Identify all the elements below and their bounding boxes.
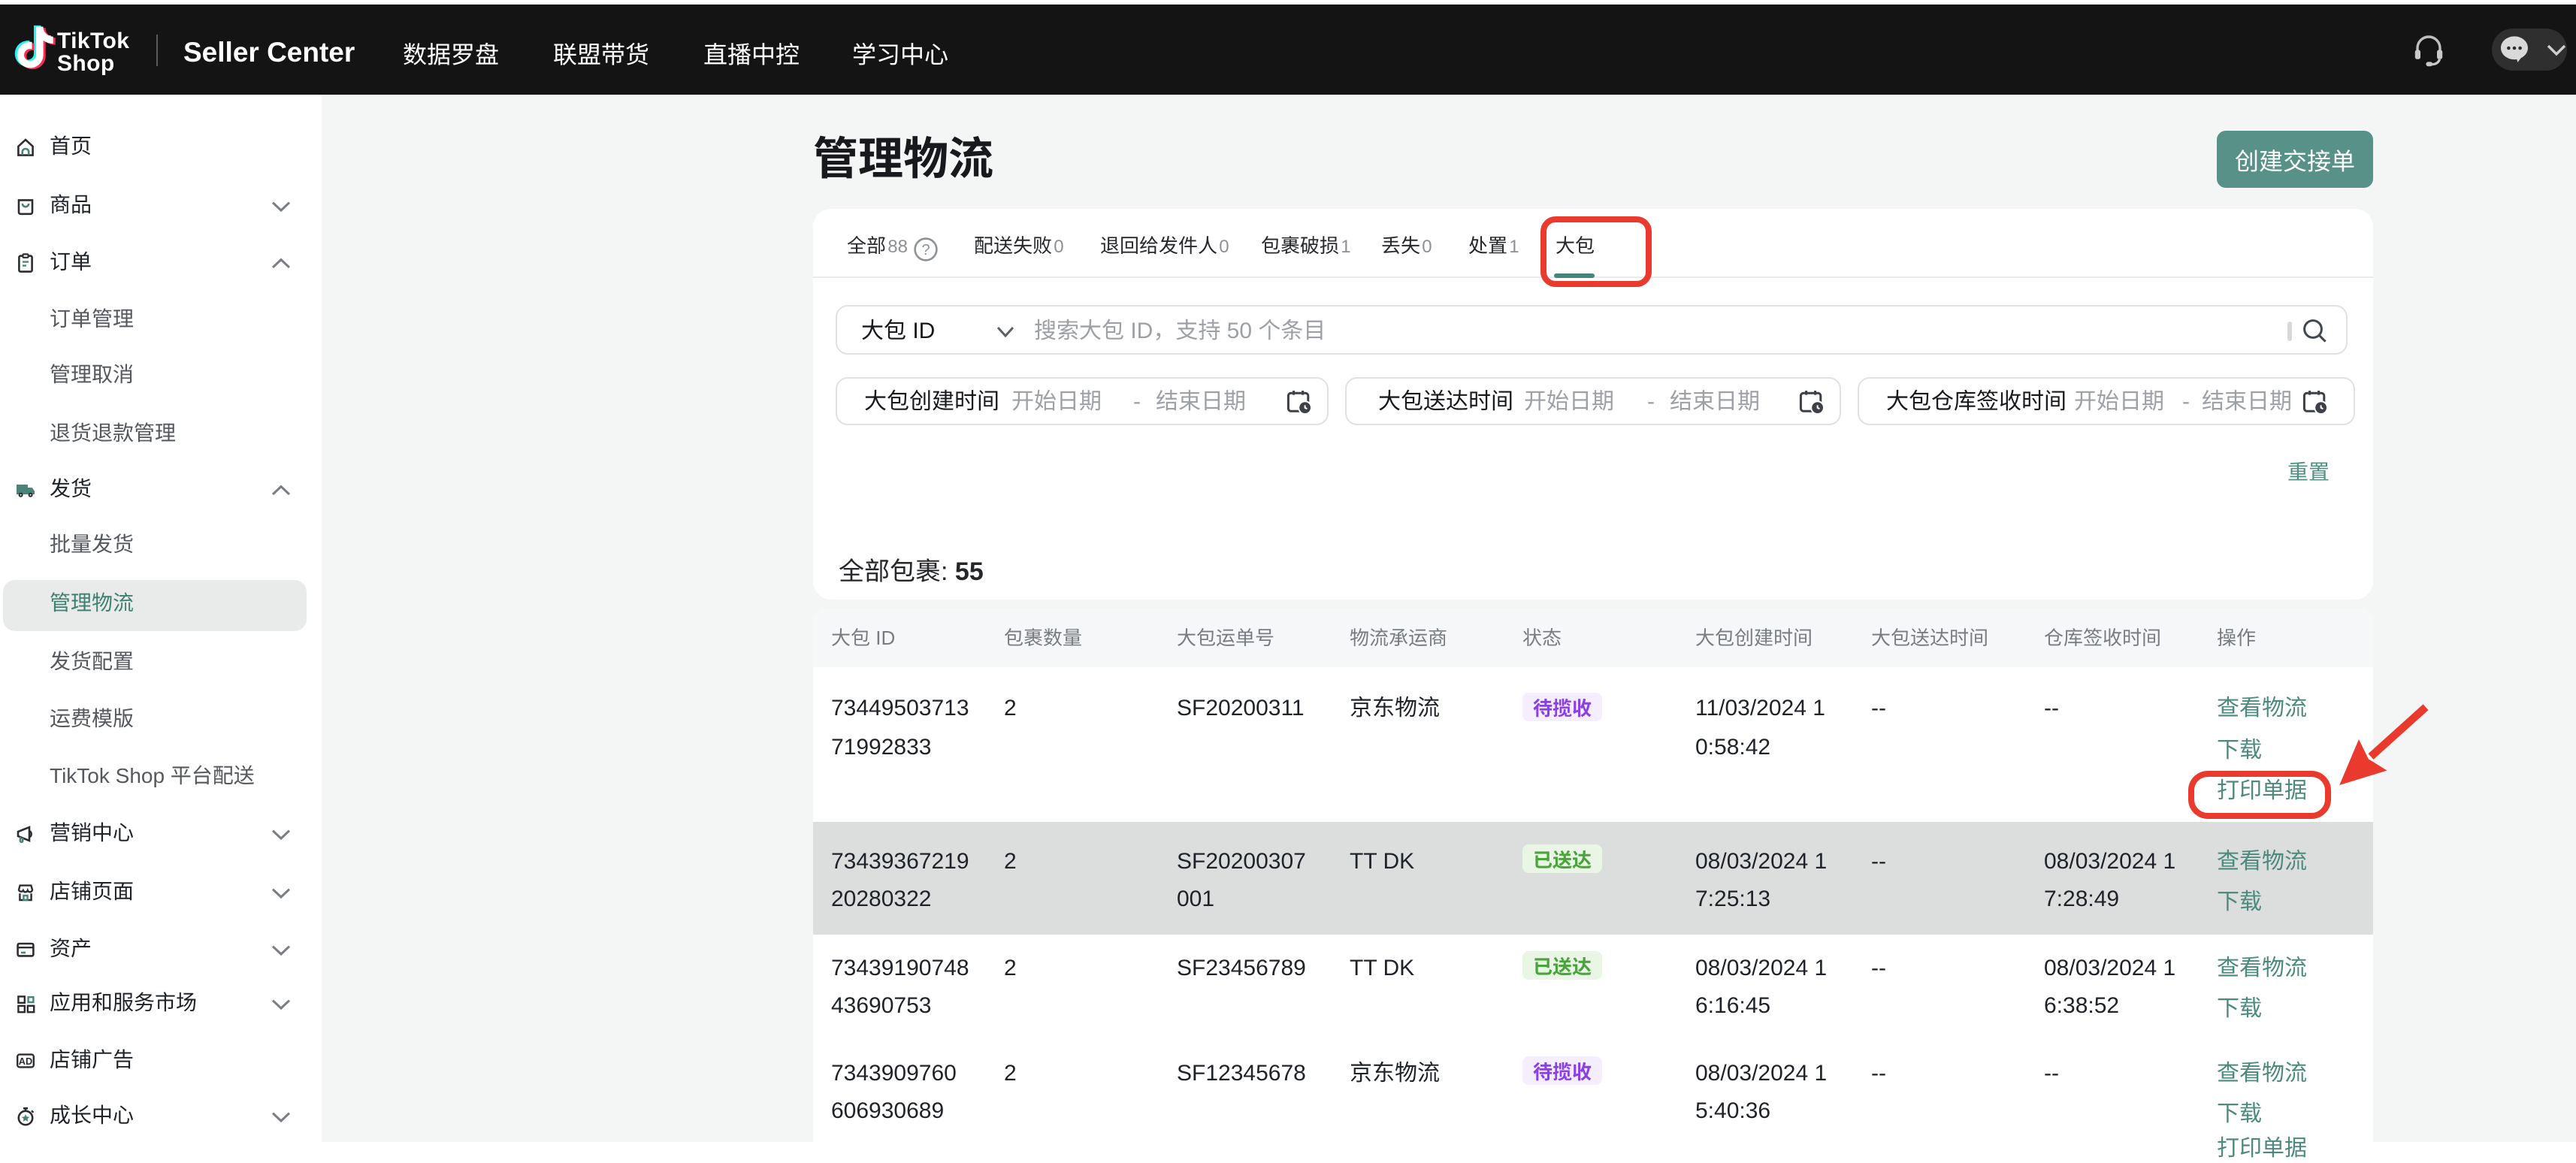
svg-text:?: ? (921, 241, 930, 258)
svg-text:AD: AD (19, 1055, 32, 1066)
